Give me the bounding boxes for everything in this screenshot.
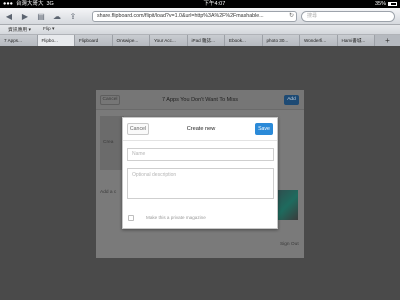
- tab[interactable]: Wonderfi...: [300, 35, 338, 46]
- flip-dialog-title: 7 Apps You Don't Want To Miss: [162, 97, 238, 103]
- network-label: 3G: [46, 1, 54, 7]
- tab[interactable]: Onswipe...: [112, 35, 150, 46]
- modal-divider: [123, 140, 277, 141]
- url-text: share.flipboard.com/flipit/load?v=1.0&ur…: [97, 13, 264, 19]
- sign-out-link: Sign Out: [280, 242, 299, 247]
- private-magazine-checkbox[interactable]: [128, 215, 134, 221]
- tab[interactable]: 7 Apps...: [0, 35, 38, 46]
- clock: 下午4:07: [203, 1, 226, 7]
- tab[interactable]: Hami書城...: [337, 35, 375, 46]
- flip-dialog-header: 7 Apps You Don't Want To Miss Cancel Add: [96, 90, 304, 110]
- tab[interactable]: photo 30...: [262, 35, 300, 46]
- save-button[interactable]: Save: [255, 123, 273, 135]
- cancel-button[interactable]: Cancel: [127, 123, 149, 135]
- add-comment-label: Add a c: [100, 190, 117, 195]
- reload-icon[interactable]: ↻: [289, 12, 294, 21]
- description-placeholder: Optional description: [132, 172, 177, 178]
- magazine-name-input[interactable]: Name: [127, 148, 274, 161]
- bookmarks-bar: 資訊應用 ▾ Flip ▾: [0, 25, 400, 35]
- new-tab-button[interactable]: +: [375, 35, 400, 46]
- bookmark-folder-info[interactable]: 資訊應用 ▾: [8, 26, 31, 33]
- icloud-tabs-icon[interactable]: ☁: [52, 12, 62, 21]
- share-icon[interactable]: ⇪: [68, 12, 78, 21]
- bookmark-folder-flip[interactable]: Flip ▾: [43, 27, 54, 32]
- tab-bar: 7 Apps... Flipbo... Flipboard Onswipe...…: [0, 35, 400, 46]
- signal-icon: ●●●: [3, 1, 13, 7]
- tab[interactable]: Your Acc...: [150, 35, 188, 46]
- search-input[interactable]: 搜尋: [301, 11, 395, 22]
- create-new-modal: Create new Cancel Save Name Optional des…: [122, 117, 278, 229]
- back-arrow-icon[interactable]: ◀: [4, 12, 14, 21]
- flip-dialog-cancel-button: Cancel: [100, 95, 120, 105]
- status-bar: ●●● 台灣大哥大 3G 下午4:07 35%: [0, 0, 400, 8]
- magazine-description-input[interactable]: Optional description: [127, 168, 274, 199]
- private-magazine-label: Make this a private magazine: [146, 215, 206, 220]
- article-thumbnail: [278, 190, 298, 220]
- tab[interactable]: iPad 雜誌...: [187, 35, 225, 46]
- name-placeholder: Name: [132, 151, 146, 157]
- search-placeholder: 搜尋: [307, 13, 318, 19]
- url-field[interactable]: share.flipboard.com/flipit/load?v=1.0&ur…: [92, 11, 297, 22]
- flip-dialog-add-button: Add: [284, 95, 299, 105]
- tab[interactable]: Ebook...: [225, 35, 263, 46]
- battery-icon: [388, 2, 397, 6]
- create-card-label: Crea: [103, 140, 114, 145]
- book-icon[interactable]: ▤: [36, 12, 46, 21]
- carrier-label: 台灣大哥大: [15, 1, 44, 7]
- tab[interactable]: Flipboard: [75, 35, 113, 46]
- battery-percent: 35%: [374, 1, 386, 7]
- tab-active[interactable]: Flipbo...: [37, 35, 75, 46]
- forward-arrow-icon[interactable]: ▶: [20, 12, 30, 21]
